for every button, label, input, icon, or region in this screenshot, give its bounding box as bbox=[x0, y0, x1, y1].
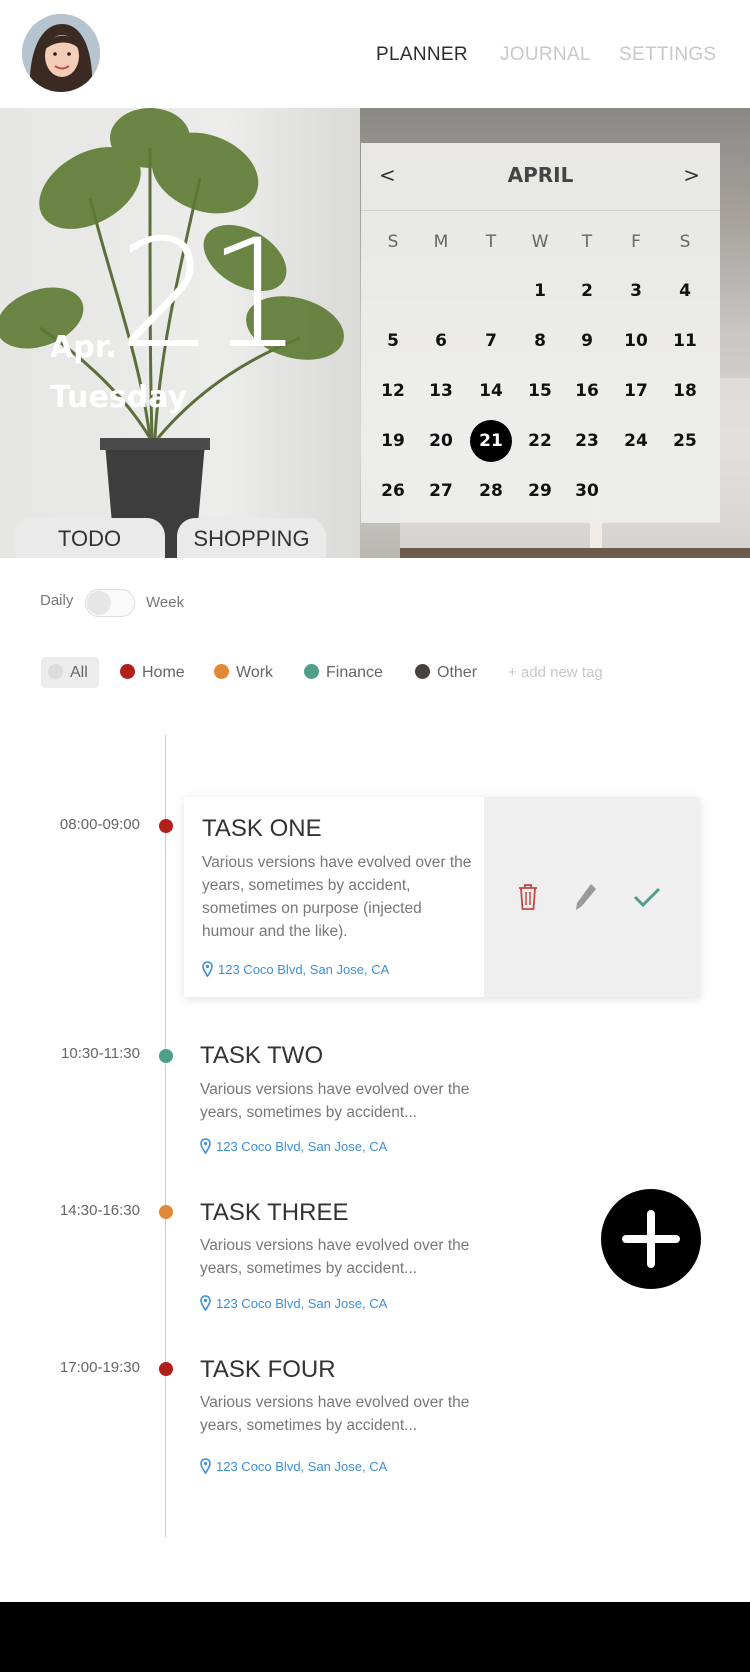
calendar-day[interactable]: 12 bbox=[372, 370, 414, 412]
tab-todo[interactable]: TODO bbox=[14, 518, 165, 558]
hero-month: Apr. bbox=[50, 330, 117, 365]
calendar-day[interactable]: 15 bbox=[519, 370, 561, 412]
task-location[interactable]: 123 Coco Blvd, San Jose, CA bbox=[200, 1295, 387, 1311]
calendar-day[interactable]: 30 bbox=[566, 470, 608, 512]
calendar-day[interactable]: 9 bbox=[566, 320, 608, 362]
calendar-weekday-label: S bbox=[387, 232, 399, 252]
tag-dot bbox=[415, 664, 430, 679]
hero-weekday: Tuesday bbox=[50, 380, 188, 415]
calendar-next-button[interactable]: > bbox=[683, 163, 700, 187]
calendar-weekday-label: F bbox=[631, 232, 641, 252]
add-tag-link[interactable]: + add new tag bbox=[508, 658, 603, 688]
tag-dot bbox=[48, 664, 63, 679]
nav-planner[interactable]: PLANNER bbox=[376, 44, 468, 66]
task-actions-panel bbox=[484, 797, 700, 997]
task-location[interactable]: 123 Coco Blvd, San Jose, CA bbox=[202, 961, 389, 977]
task-card-expanded[interactable]: TASK ONE Various versions have evolved o… bbox=[184, 797, 700, 997]
nav-journal[interactable]: JOURNAL bbox=[500, 44, 591, 66]
calendar-day[interactable]: 26 bbox=[372, 470, 414, 512]
task-title[interactable]: TASK TWO bbox=[200, 1042, 323, 1070]
task-description: Various versions have evolved over the y… bbox=[200, 1394, 470, 1434]
calendar-day[interactable]: 14 bbox=[470, 370, 512, 412]
task-time: 08:00-09:00 bbox=[59, 816, 140, 833]
task-title[interactable]: TASK FOUR bbox=[200, 1356, 336, 1384]
task-time: 14:30-16:30 bbox=[59, 1202, 140, 1219]
calendar-day[interactable]: 8 bbox=[519, 320, 561, 362]
calendar-weekday-label: T bbox=[485, 232, 497, 252]
pin-icon bbox=[200, 1138, 211, 1154]
calendar-weekday-label: T bbox=[581, 232, 593, 252]
pin-icon bbox=[200, 1295, 211, 1311]
view-week-label: Week bbox=[146, 594, 185, 611]
calendar-day[interactable]: 23 bbox=[566, 420, 608, 462]
calendar-weekday-label: M bbox=[433, 232, 449, 252]
hero-day-number: 21 bbox=[118, 208, 303, 382]
task-time: 17:00-19:30 bbox=[59, 1359, 140, 1376]
calendar-month-title: APRIL bbox=[507, 163, 574, 187]
view-daily-label: Daily bbox=[40, 592, 74, 609]
tag-all[interactable]: All bbox=[48, 658, 88, 688]
task-location[interactable]: 123 Coco Blvd, San Jose, CA bbox=[200, 1138, 387, 1154]
trash-icon[interactable] bbox=[517, 883, 539, 911]
calendar-day[interactable]: 27 bbox=[420, 470, 462, 512]
footer-bar bbox=[0, 1602, 750, 1672]
calendar-day[interactable]: 18 bbox=[664, 370, 706, 412]
calendar-day[interactable]: 16 bbox=[566, 370, 608, 412]
task-time: 10:30-11:30 bbox=[61, 1045, 140, 1062]
calendar-day[interactable]: 2 bbox=[566, 270, 608, 312]
task-dot bbox=[159, 1205, 173, 1219]
tag-dot bbox=[120, 664, 135, 679]
pin-icon bbox=[202, 961, 213, 977]
avatar[interactable] bbox=[22, 14, 100, 92]
calendar-weekday-label: S bbox=[679, 232, 691, 252]
calendar-day[interactable]: 17 bbox=[615, 370, 657, 412]
calendar-day[interactable]: 1 bbox=[519, 270, 561, 312]
task-title: TASK ONE bbox=[202, 815, 322, 842]
pin-icon bbox=[200, 1458, 211, 1474]
plus-icon bbox=[622, 1210, 680, 1268]
calendar-day[interactable]: 29 bbox=[519, 470, 561, 512]
calendar-day[interactable]: 19 bbox=[372, 420, 414, 462]
tag-work[interactable]: Work bbox=[214, 658, 273, 688]
check-icon[interactable] bbox=[632, 886, 662, 908]
task-dot bbox=[159, 1049, 173, 1063]
calendar-header: < APRIL > bbox=[361, 143, 720, 211]
view-toggle[interactable] bbox=[85, 589, 135, 617]
tag-other[interactable]: Other bbox=[415, 658, 477, 688]
task-description: Various versions have evolved over the y… bbox=[200, 1081, 470, 1121]
calendar-day[interactable]: 24 bbox=[615, 420, 657, 462]
calendar-day[interactable]: 22 bbox=[519, 420, 561, 462]
task-title[interactable]: TASK THREE bbox=[200, 1199, 348, 1227]
calendar-day[interactable]: 10 bbox=[615, 320, 657, 362]
tag-home[interactable]: Home bbox=[120, 658, 185, 688]
tag-dot bbox=[214, 664, 229, 679]
calendar-day[interactable]: 13 bbox=[420, 370, 462, 412]
tag-finance[interactable]: Finance bbox=[304, 658, 383, 688]
task-description: Various versions have evolved over the y… bbox=[202, 854, 472, 940]
calendar-day[interactable]: 6 bbox=[420, 320, 462, 362]
calendar-weekday-label: W bbox=[531, 232, 549, 252]
calendar-day[interactable]: 25 bbox=[664, 420, 706, 462]
calendar-day[interactable]: 28 bbox=[470, 470, 512, 512]
task-dot bbox=[159, 819, 173, 833]
task-dot bbox=[159, 1362, 173, 1376]
calendar-day[interactable]: 3 bbox=[615, 270, 657, 312]
task-description: Various versions have evolved over the y… bbox=[200, 1237, 470, 1277]
calendar-day[interactable]: 5 bbox=[372, 320, 414, 362]
timeline-line bbox=[165, 735, 166, 1537]
calendar: < APRIL > S M T W T F S 1 2 3 4 5 6 7 8 9 10 11 12 13 14 15 16… bbox=[361, 143, 720, 523]
task-location[interactable]: 123 Coco Blvd, San Jose, CA bbox=[200, 1458, 387, 1474]
calendar-day[interactable]: 7 bbox=[470, 320, 512, 362]
calendar-day[interactable]: 11 bbox=[664, 320, 706, 362]
calendar-day-selected[interactable]: 21 bbox=[470, 420, 512, 462]
toggle-knob bbox=[87, 591, 111, 615]
tag-dot bbox=[304, 664, 319, 679]
add-task-button[interactable] bbox=[601, 1189, 701, 1289]
nav-settings[interactable]: SETTINGS bbox=[619, 44, 716, 66]
calendar-day[interactable]: 20 bbox=[420, 420, 462, 462]
calendar-day[interactable]: 4 bbox=[664, 270, 706, 312]
tab-shopping[interactable]: SHOPPING bbox=[177, 518, 326, 558]
pencil-icon[interactable] bbox=[574, 882, 598, 912]
